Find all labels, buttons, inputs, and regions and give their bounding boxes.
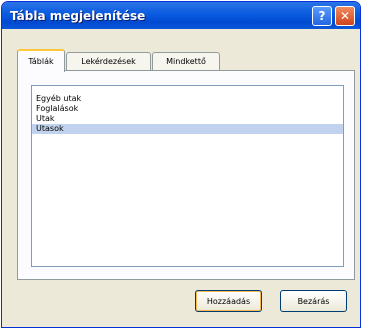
title-bar[interactable]: Tábla megjelenítése (2, 2, 360, 29)
tab-both[interactable]: Mindkettő (152, 52, 220, 70)
list-item-selected[interactable]: Utasok (32, 124, 343, 134)
table-listbox[interactable]: Egyéb utak Foglalások Utak Utasok (31, 85, 344, 267)
list-item[interactable]: Foglalások (32, 104, 343, 114)
help-button[interactable]: ? (312, 6, 332, 26)
tab-panel-tables: Egyéb utak Foglalások Utak Utasok (17, 70, 355, 280)
close-button[interactable]: Bezárás (280, 290, 347, 312)
list-item[interactable]: Egyéb utak (32, 94, 343, 104)
dialog-title: Tábla megjelenítése (10, 8, 146, 23)
tab-tables[interactable]: Táblák (17, 49, 65, 72)
close-icon: ✕ (339, 9, 351, 23)
list-item[interactable]: Utak (32, 114, 343, 124)
add-table-dialog: Tábla megjelenítése ? ✕ Táblák Lekérdezé… (1, 1, 361, 328)
tab-queries[interactable]: Lekérdezések (66, 52, 151, 70)
help-icon: ? (318, 9, 326, 23)
add-button[interactable]: Hozzáadás (195, 290, 262, 312)
close-window-button[interactable]: ✕ (335, 6, 355, 26)
